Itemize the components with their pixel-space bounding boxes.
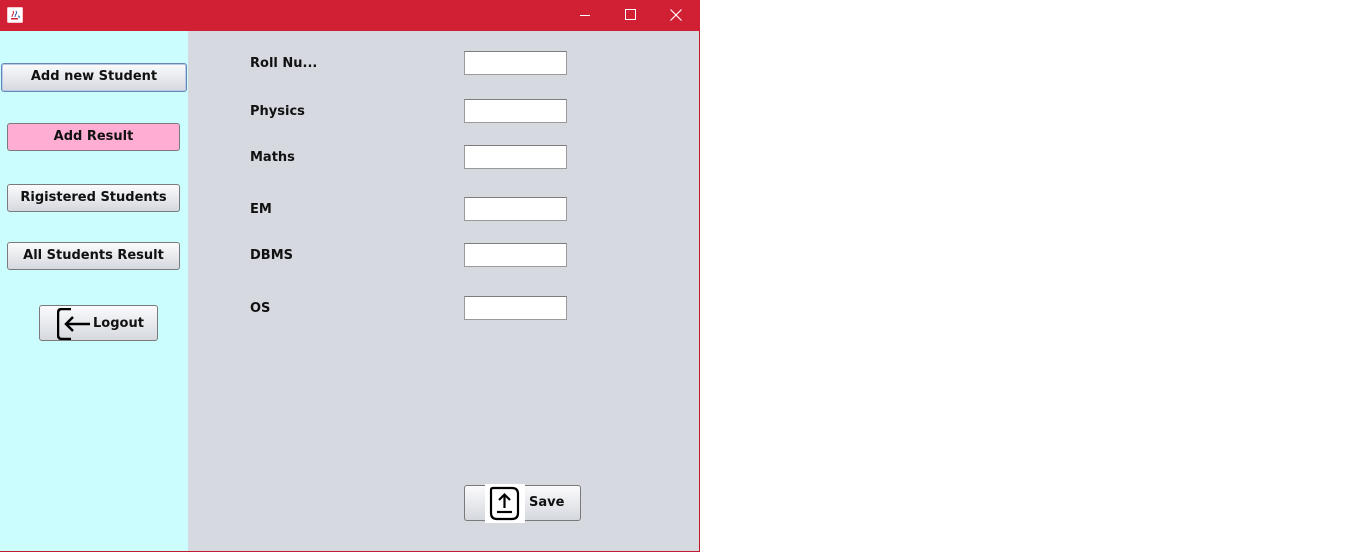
all-students-result-button[interactable]: All Students Result [7,242,180,270]
minimize-button[interactable] [562,0,608,30]
logout-label: Logout [93,316,144,331]
physics-input[interactable] [464,99,567,123]
maximize-icon [625,9,636,20]
close-button[interactable] [653,0,699,30]
save-button[interactable]: Save [464,484,581,523]
os-label: OS [250,301,271,316]
java-icon [7,7,23,23]
dbms-label: DBMS [250,248,293,263]
add-new-student-button[interactable]: Add new Student [1,63,187,92]
minimize-icon [580,15,590,16]
title-bar[interactable] [0,0,700,31]
os-input[interactable] [464,296,567,320]
roll-number-label: Roll Nu... [250,56,318,71]
sidebar: Add new Student Add Result Rigistered St… [0,31,188,551]
registered-students-button[interactable]: Rigistered Students [7,184,180,212]
upload-icon [485,484,525,523]
roll-number-input[interactable] [464,51,567,75]
maths-input[interactable] [464,145,567,169]
dbms-input[interactable] [464,243,567,267]
physics-label: Physics [250,104,305,119]
save-label: Save [529,495,565,510]
logout-button[interactable]: Logout [39,305,158,341]
maximize-button[interactable] [607,0,653,30]
close-icon [670,9,682,21]
result-form: Roll Nu... Physics Maths EM DBMS OS Save [188,31,699,551]
logout-icon [57,308,90,340]
em-label: EM [250,202,272,217]
maths-label: Maths [250,150,295,165]
add-result-button[interactable]: Add Result [7,123,180,151]
app-window: Add new Student Add Result Rigistered St… [0,0,700,552]
em-input[interactable] [464,197,567,221]
